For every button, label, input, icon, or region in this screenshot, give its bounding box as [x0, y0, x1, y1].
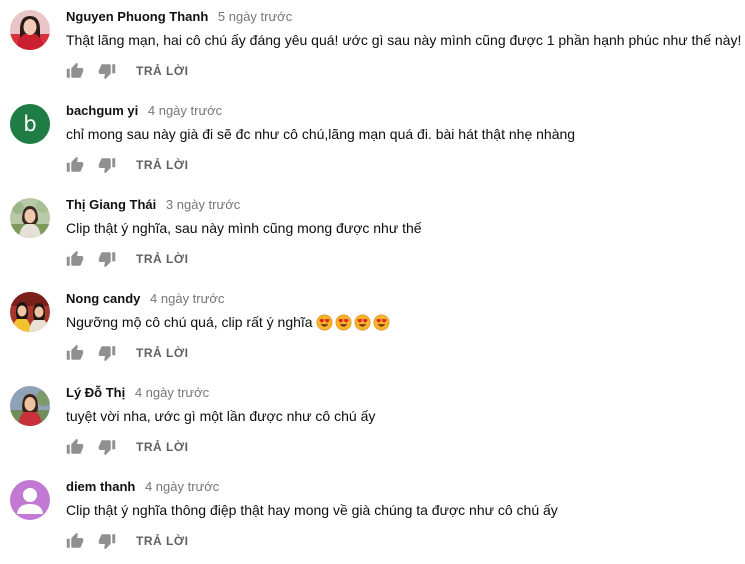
avatar-photo-icon: [10, 198, 50, 238]
thumbs-up-icon: [66, 438, 84, 454]
comment-text: tuyệt vời nha, ước gì một lần được như c…: [66, 408, 376, 424]
thumbs-down-icon: [98, 534, 116, 550]
reply-button[interactable]: TRẢ LỜI: [136, 534, 188, 548]
comment-header: Nguyen Phuong Thanh 5 ngày trước: [66, 8, 292, 26]
comment-time[interactable]: 4 ngày trước: [145, 479, 219, 494]
thumbs-up-icon: [66, 250, 84, 266]
comment-time[interactable]: 4 ngày trước: [150, 291, 224, 306]
heart-eyes-emoji: [335, 314, 354, 331]
comment-text: Clip thật ý nghĩa, sau này mình cũng mon…: [66, 220, 422, 236]
comment-time[interactable]: 3 ngày trước: [166, 197, 240, 212]
heart-eyes-emoji: [354, 314, 373, 331]
comment-header: Thị Giang Thái 3 ngày trước: [66, 196, 240, 214]
like-button[interactable]: [66, 344, 84, 362]
comment-time[interactable]: 4 ngày trước: [135, 385, 209, 400]
comment-actions: TRẢ LỜI: [66, 437, 188, 457]
thumbs-up-icon: [66, 156, 84, 172]
thumbs-down-icon: [98, 346, 116, 362]
heart-eyes-emoji: [316, 314, 335, 331]
reply-button[interactable]: TRẢ LỜI: [136, 158, 188, 172]
dislike-button[interactable]: [98, 250, 116, 268]
reply-button[interactable]: TRẢ LỜI: [136, 346, 188, 360]
comment-item: Nong candy 4 ngày trước Ngưỡng mộ cô chú…: [0, 282, 745, 376]
like-button[interactable]: [66, 250, 84, 268]
comment-header: bachgum yi 4 ngày trước: [66, 102, 222, 120]
comment-item: diem thanh 4 ngày trước Clip thật ý nghĩ…: [0, 470, 745, 564]
comment-text-content: Ngưỡng mộ cô chú quá, clip rất ý nghĩa: [66, 314, 313, 330]
comment-item: Lý Đỗ Thị 4 ngày trước tuyệt vời nha, ướ…: [0, 376, 745, 470]
like-button[interactable]: [66, 62, 84, 80]
comment-item: Nguyen Phuong Thanh 5 ngày trước Thật lã…: [0, 0, 745, 94]
comment-actions: TRẢ LỜI: [66, 343, 188, 363]
author-name[interactable]: bachgum yi: [66, 103, 138, 118]
avatar[interactable]: [10, 10, 50, 50]
avatar-photo-icon: [10, 10, 50, 50]
thumbs-up-icon: [66, 62, 84, 78]
dislike-button[interactable]: [98, 62, 116, 80]
avatar-photo-icon: [10, 292, 50, 332]
thumbs-up-icon: [66, 532, 84, 548]
comment-actions: TRẢ LỜI: [66, 531, 188, 551]
author-name[interactable]: Nong candy: [66, 291, 140, 306]
like-button[interactable]: [66, 438, 84, 456]
author-name[interactable]: Lý Đỗ Thị: [66, 385, 125, 400]
thumbs-down-icon: [98, 252, 116, 268]
avatar[interactable]: b: [10, 104, 50, 144]
avatar[interactable]: [10, 480, 50, 520]
avatar-photo-icon: [10, 386, 50, 426]
comment-actions: TRẢ LỜI: [66, 61, 188, 81]
avatar[interactable]: [10, 292, 50, 332]
avatar[interactable]: [10, 386, 50, 426]
like-button[interactable]: [66, 532, 84, 550]
dislike-button[interactable]: [98, 532, 116, 550]
thumbs-down-icon: [98, 64, 116, 80]
dislike-button[interactable]: [98, 344, 116, 362]
thumbs-down-icon: [98, 440, 116, 456]
reply-button[interactable]: TRẢ LỜI: [136, 252, 188, 266]
comment-time[interactable]: 4 ngày trước: [148, 103, 222, 118]
heart-eyes-emoji: [373, 314, 392, 331]
reply-button[interactable]: TRẢ LỜI: [136, 64, 188, 78]
like-button[interactable]: [66, 156, 84, 174]
comment-header: Nong candy 4 ngày trước: [66, 290, 224, 308]
thumbs-up-icon: [66, 344, 84, 360]
comment-header: Lý Đỗ Thị 4 ngày trước: [66, 384, 209, 402]
comment-time[interactable]: 5 ngày trước: [218, 9, 292, 24]
comment-item: Thị Giang Thái 3 ngày trước Clip thật ý …: [0, 188, 745, 282]
thumbs-down-icon: [98, 158, 116, 174]
avatar-letter: b: [10, 104, 50, 144]
avatar[interactable]: [10, 198, 50, 238]
comment-text: Clip thật ý nghĩa thông điệp thật hay mo…: [66, 502, 558, 518]
dislike-button[interactable]: [98, 156, 116, 174]
default-profile-icon: [10, 480, 50, 520]
dislike-button[interactable]: [98, 438, 116, 456]
comment-header: diem thanh 4 ngày trước: [66, 478, 219, 496]
author-name[interactable]: Nguyen Phuong Thanh: [66, 9, 208, 24]
author-name[interactable]: diem thanh: [66, 479, 135, 494]
comment-actions: TRẢ LỜI: [66, 155, 188, 175]
comment-text: Ngưỡng mộ cô chú quá, clip rất ý nghĩa: [66, 312, 392, 332]
reply-button[interactable]: TRẢ LỜI: [136, 440, 188, 454]
comment-text: Thật lãng mạn, hai cô chú ấy đáng yêu qu…: [66, 32, 742, 48]
comment-item: b bachgum yi 4 ngày trước chỉ mong sau n…: [0, 94, 745, 188]
comment-text: chỉ mong sau này già đi sẽ đc như cô chú…: [66, 126, 576, 142]
author-name[interactable]: Thị Giang Thái: [66, 197, 156, 212]
comment-actions: TRẢ LỜI: [66, 249, 188, 269]
